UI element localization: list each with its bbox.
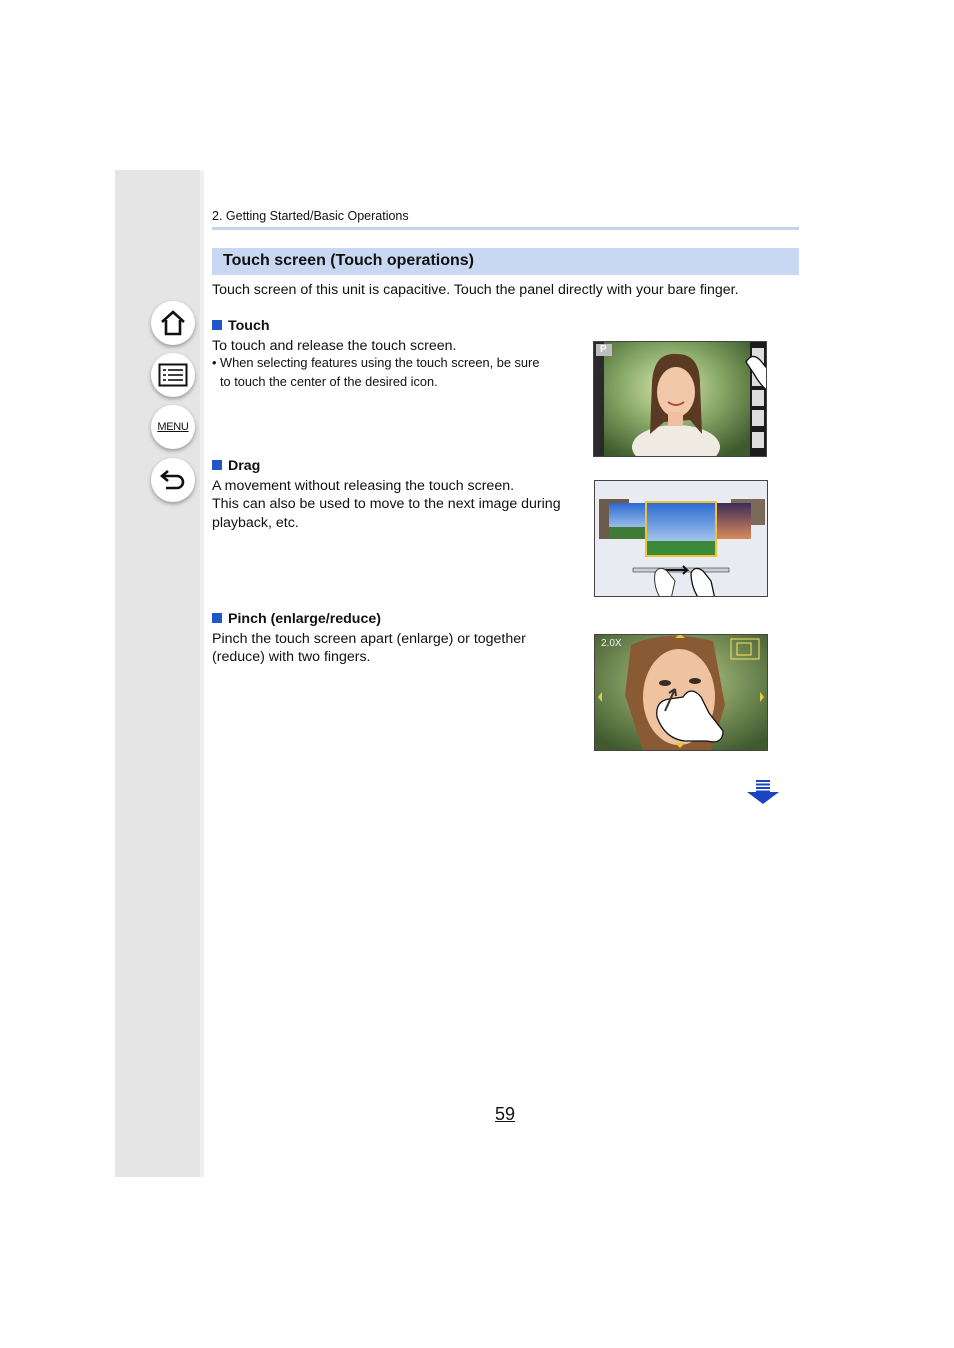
touch-note-line2: to touch the center of the desired icon. <box>220 374 438 389</box>
drag-line3: playback, etc. <box>212 515 299 531</box>
next-page-button[interactable] <box>746 780 780 811</box>
touch-note-line1: • When selecting features using the touc… <box>212 355 540 370</box>
home-icon <box>159 309 187 337</box>
back-button[interactable] <box>151 458 195 502</box>
touch-illustration: P <box>593 341 767 457</box>
touch-heading: Touch <box>212 318 270 334</box>
pinch-illustration: 2.0X <box>594 634 768 751</box>
pinch-line2: (reduce) with two fingers. <box>212 649 371 665</box>
drag-line2: This can also be used to move to the nex… <box>212 496 561 512</box>
drag-heading: Drag <box>212 458 260 474</box>
touch-heading-label: Touch <box>228 318 270 334</box>
breadcrumb: 2. Getting Started/Basic Operations <box>212 209 409 223</box>
bullet-square-icon <box>212 460 222 470</box>
header-rule <box>212 227 799 230</box>
drag-heading-label: Drag <box>228 458 261 474</box>
menu-button[interactable]: MENU <box>151 405 195 449</box>
home-button[interactable] <box>151 301 195 345</box>
bullet-square-icon <box>212 320 222 330</box>
bullet-square-icon <box>212 613 222 623</box>
arrow-down-icon <box>746 780 780 810</box>
drag-illustration <box>594 480 768 597</box>
menu-label: MENU <box>157 421 189 433</box>
section-title: Touch screen (Touch operations) <box>223 252 474 269</box>
zoom-label: 2.0X <box>601 638 622 649</box>
pinch-heading-label: Pinch (enlarge/reduce) <box>228 611 381 627</box>
pinch-heading: Pinch (enlarge/reduce) <box>212 611 381 627</box>
section-header: Touch screen (Touch operations) <box>212 248 799 275</box>
drag-line1: A movement without releasing the touch s… <box>212 478 515 494</box>
contents-button[interactable] <box>151 353 195 397</box>
pinch-line1: Pinch the touch screen apart (enlarge) o… <box>212 631 526 647</box>
list-icon <box>158 363 188 387</box>
intro-text: Touch screen of this unit is capacitive.… <box>212 282 739 298</box>
mode-label: P <box>600 344 607 355</box>
back-arrow-icon <box>159 467 187 493</box>
page-number: 59 <box>495 1104 516 1124</box>
sidebar-divider <box>200 170 204 1177</box>
